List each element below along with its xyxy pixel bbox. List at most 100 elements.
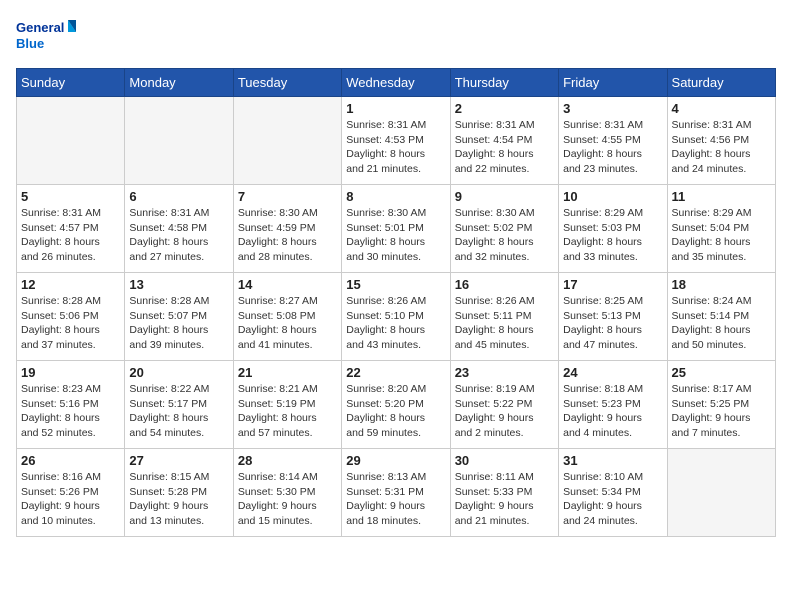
calendar-cell: 4 Sunrise: 8:31 AMSunset: 4:56 PMDaylight… [667, 97, 775, 185]
calendar-cell: 13 Sunrise: 8:28 AMSunset: 5:07 PMDayligh… [125, 273, 233, 361]
calendar-cell: 10 Sunrise: 8:29 AMSunset: 5:03 PMDayligh… [559, 185, 667, 273]
day-info: Sunrise: 8:23 AMSunset: 5:16 PMDaylight:… [21, 382, 120, 441]
weekday-header-tuesday: Tuesday [233, 69, 341, 97]
calendar-cell: 9 Sunrise: 8:30 AMSunset: 5:02 PMDaylight… [450, 185, 558, 273]
day-info: Sunrise: 8:10 AMSunset: 5:34 PMDaylight:… [563, 470, 662, 529]
svg-text:General: General [16, 20, 64, 35]
day-number: 29 [346, 453, 445, 468]
day-info: Sunrise: 8:15 AMSunset: 5:28 PMDaylight:… [129, 470, 228, 529]
day-number: 2 [455, 101, 554, 116]
logo-svg: General Blue [16, 16, 76, 60]
day-number: 27 [129, 453, 228, 468]
day-info: Sunrise: 8:31 AMSunset: 4:56 PMDaylight:… [672, 118, 771, 177]
day-number: 9 [455, 189, 554, 204]
calendar-cell: 19 Sunrise: 8:23 AMSunset: 5:16 PMDayligh… [17, 361, 125, 449]
calendar-cell: 11 Sunrise: 8:29 AMSunset: 5:04 PMDayligh… [667, 185, 775, 273]
week-row-3: 12Sunrise: 8:28 AMSunset: 5:06 PMDayligh… [17, 273, 776, 361]
week-row-2: 5Sunrise: 8:31 AMSunset: 4:57 PMDaylight… [17, 185, 776, 273]
day-info: Sunrise: 8:30 AMSunset: 5:02 PMDaylight:… [455, 206, 554, 265]
day-number: 13 [129, 277, 228, 292]
day-number: 7 [238, 189, 337, 204]
calendar-cell: 1Sunrise: 8:31 AMSunset: 4:53 PMDaylight… [342, 97, 450, 185]
day-info: Sunrise: 8:22 AMSunset: 5:17 PMDaylight:… [129, 382, 228, 441]
calendar-cell: 6 Sunrise: 8:31 AMSunset: 4:58 PMDaylight… [125, 185, 233, 273]
header: General Blue [16, 16, 776, 60]
calendar-cell: 7Sunrise: 8:30 AMSunset: 4:59 PMDaylight… [233, 185, 341, 273]
day-info: Sunrise: 8:18 AMSunset: 5:23 PMDaylight:… [563, 382, 662, 441]
day-info: Sunrise: 8:28 AMSunset: 5:06 PMDaylight:… [21, 294, 120, 353]
calendar-cell: 28 Sunrise: 8:14 AMSunset: 5:30 PMDayligh… [233, 449, 341, 537]
day-info: Sunrise: 8:27 AMSunset: 5:08 PMDaylight:… [238, 294, 337, 353]
day-info: Sunrise: 8:31 AMSunset: 4:55 PMDaylight:… [563, 118, 662, 177]
calendar-cell: 18 Sunrise: 8:24 AMSunset: 5:14 PMDayligh… [667, 273, 775, 361]
day-info: Sunrise: 8:17 AMSunset: 5:25 PMDaylight:… [672, 382, 771, 441]
day-info: Sunrise: 8:11 AMSunset: 5:33 PMDaylight:… [455, 470, 554, 529]
day-number: 24 [563, 365, 662, 380]
calendar-cell [667, 449, 775, 537]
calendar-cell: 26 Sunrise: 8:16 AMSunset: 5:26 PMDayligh… [17, 449, 125, 537]
day-info: Sunrise: 8:26 AMSunset: 5:10 PMDaylight:… [346, 294, 445, 353]
day-info: Sunrise: 8:20 AMSunset: 5:20 PMDaylight:… [346, 382, 445, 441]
day-number: 19 [21, 365, 120, 380]
day-info: Sunrise: 8:26 AMSunset: 5:11 PMDaylight:… [455, 294, 554, 353]
calendar-cell: 5Sunrise: 8:31 AMSunset: 4:57 PMDaylight… [17, 185, 125, 273]
calendar-cell: 3Sunrise: 8:31 AMSunset: 4:55 PMDaylight… [559, 97, 667, 185]
day-number: 6 [129, 189, 228, 204]
day-number: 4 [672, 101, 771, 116]
week-row-4: 19 Sunrise: 8:23 AMSunset: 5:16 PMDayligh… [17, 361, 776, 449]
weekday-header-saturday: Saturday [667, 69, 775, 97]
day-number: 26 [21, 453, 120, 468]
day-number: 28 [238, 453, 337, 468]
day-number: 25 [672, 365, 771, 380]
day-info: Sunrise: 8:24 AMSunset: 5:14 PMDaylight:… [672, 294, 771, 353]
calendar-cell [233, 97, 341, 185]
calendar-cell: 22Sunrise: 8:20 AMSunset: 5:20 PMDayligh… [342, 361, 450, 449]
day-number: 31 [563, 453, 662, 468]
day-number: 10 [563, 189, 662, 204]
day-info: Sunrise: 8:31 AMSunset: 4:54 PMDaylight:… [455, 118, 554, 177]
calendar-cell: 24 Sunrise: 8:18 AMSunset: 5:23 PMDayligh… [559, 361, 667, 449]
calendar-cell: 20Sunrise: 8:22 AMSunset: 5:17 PMDayligh… [125, 361, 233, 449]
day-info: Sunrise: 8:14 AMSunset: 5:30 PMDaylight:… [238, 470, 337, 529]
calendar-cell: 21Sunrise: 8:21 AMSunset: 5:19 PMDayligh… [233, 361, 341, 449]
day-info: Sunrise: 8:31 AMSunset: 4:53 PMDaylight:… [346, 118, 445, 177]
calendar-cell [125, 97, 233, 185]
calendar-cell: 25 Sunrise: 8:17 AMSunset: 5:25 PMDayligh… [667, 361, 775, 449]
day-info: Sunrise: 8:13 AMSunset: 5:31 PMDaylight:… [346, 470, 445, 529]
calendar-cell: 31 Sunrise: 8:10 AMSunset: 5:34 PMDayligh… [559, 449, 667, 537]
day-info: Sunrise: 8:30 AMSunset: 5:01 PMDaylight:… [346, 206, 445, 265]
day-info: Sunrise: 8:25 AMSunset: 5:13 PMDaylight:… [563, 294, 662, 353]
weekday-header-wednesday: Wednesday [342, 69, 450, 97]
day-number: 21 [238, 365, 337, 380]
calendar: SundayMondayTuesdayWednesdayThursdayFrid… [16, 68, 776, 537]
calendar-cell [17, 97, 125, 185]
day-info: Sunrise: 8:19 AMSunset: 5:22 PMDaylight:… [455, 382, 554, 441]
day-number: 11 [672, 189, 771, 204]
calendar-cell: 12Sunrise: 8:28 AMSunset: 5:06 PMDayligh… [17, 273, 125, 361]
day-info: Sunrise: 8:28 AMSunset: 5:07 PMDaylight:… [129, 294, 228, 353]
day-number: 17 [563, 277, 662, 292]
weekday-header-sunday: Sunday [17, 69, 125, 97]
calendar-cell: 16 Sunrise: 8:26 AMSunset: 5:11 PMDayligh… [450, 273, 558, 361]
calendar-cell: 17 Sunrise: 8:25 AMSunset: 5:13 PMDayligh… [559, 273, 667, 361]
day-number: 30 [455, 453, 554, 468]
day-number: 16 [455, 277, 554, 292]
day-info: Sunrise: 8:16 AMSunset: 5:26 PMDaylight:… [21, 470, 120, 529]
week-row-1: 1Sunrise: 8:31 AMSunset: 4:53 PMDaylight… [17, 97, 776, 185]
calendar-cell: 27 Sunrise: 8:15 AMSunset: 5:28 PMDayligh… [125, 449, 233, 537]
day-number: 18 [672, 277, 771, 292]
calendar-cell: 23 Sunrise: 8:19 AMSunset: 5:22 PMDayligh… [450, 361, 558, 449]
svg-text:Blue: Blue [16, 36, 44, 51]
day-info: Sunrise: 8:29 AMSunset: 5:04 PMDaylight:… [672, 206, 771, 265]
weekday-header-row: SundayMondayTuesdayWednesdayThursdayFrid… [17, 69, 776, 97]
calendar-cell: 29 Sunrise: 8:13 AMSunset: 5:31 PMDayligh… [342, 449, 450, 537]
calendar-cell: 14Sunrise: 8:27 AMSunset: 5:08 PMDayligh… [233, 273, 341, 361]
day-number: 23 [455, 365, 554, 380]
logo: General Blue [16, 16, 76, 60]
day-info: Sunrise: 8:31 AMSunset: 4:58 PMDaylight:… [129, 206, 228, 265]
day-info: Sunrise: 8:31 AMSunset: 4:57 PMDaylight:… [21, 206, 120, 265]
calendar-cell: 2 Sunrise: 8:31 AMSunset: 4:54 PMDaylight… [450, 97, 558, 185]
day-number: 15 [346, 277, 445, 292]
day-info: Sunrise: 8:29 AMSunset: 5:03 PMDaylight:… [563, 206, 662, 265]
weekday-header-friday: Friday [559, 69, 667, 97]
